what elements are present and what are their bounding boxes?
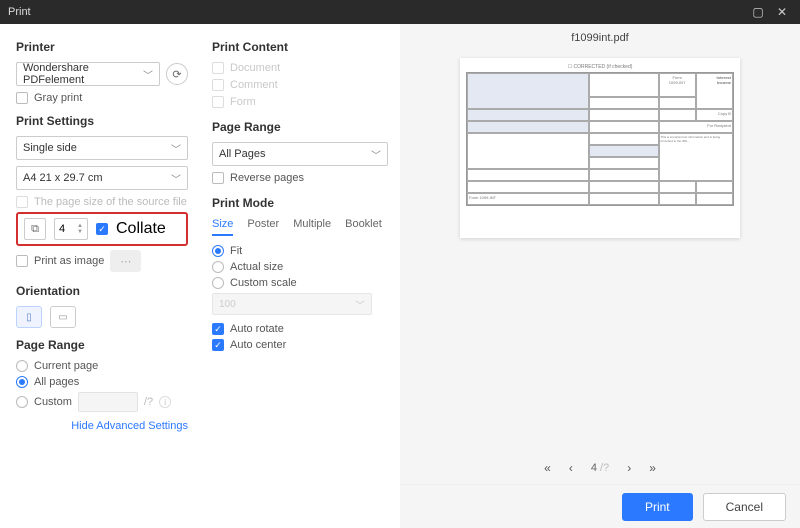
page-range-mid-heading: Page Range xyxy=(212,120,388,134)
pager-next-icon[interactable]: › xyxy=(627,461,631,475)
print-content-heading: Print Content xyxy=(212,40,388,54)
form-recipient: For Recipient xyxy=(707,123,731,128)
page-range-heading: Page Range xyxy=(16,338,188,352)
chevron-down-icon: ﹀ xyxy=(371,147,381,162)
printer-heading: Printer xyxy=(16,40,188,54)
preview-corrected-label: CORRECTED (if checked) xyxy=(573,64,632,70)
copies-collate-highlight: ⧉ 4 ▲▼ Collate xyxy=(16,212,188,246)
sides-value: Single side xyxy=(23,142,77,154)
form-title-2: Income xyxy=(717,80,731,85)
page-size-note: The page size of the source file xyxy=(16,196,188,208)
actual-size-radio[interactable] xyxy=(212,261,224,273)
printer-refresh-icon[interactable]: ⟳ xyxy=(166,63,188,85)
pager-prev-icon[interactable]: ‹ xyxy=(569,461,573,475)
print-mode-heading: Print Mode xyxy=(212,196,388,210)
page-size-checkbox[interactable] xyxy=(16,196,28,208)
pager-last-icon[interactable]: » xyxy=(649,461,656,475)
chevron-down-icon: ﹀ xyxy=(143,67,153,82)
custom-range-input[interactable] xyxy=(78,392,138,412)
hide-advanced-link[interactable]: Hide Advanced Settings xyxy=(16,420,188,432)
custom-scale-label: Custom scale xyxy=(230,277,297,289)
reverse-pages-label: Reverse pages xyxy=(230,172,304,184)
content-form-label: Form xyxy=(230,96,256,108)
content-document-label: Document xyxy=(230,62,280,74)
all-pages-label: All pages xyxy=(34,376,79,388)
pager-first-icon[interactable]: « xyxy=(544,461,551,475)
reverse-pages-checkbox[interactable] xyxy=(212,172,224,184)
middle-panel: Print Content Document Comment Form Page… xyxy=(200,24,400,528)
copies-icon: ⧉ xyxy=(24,218,46,240)
print-as-image-label: Print as image xyxy=(34,255,104,267)
window-close-icon[interactable]: ✕ xyxy=(772,2,792,22)
fit-radio[interactable] xyxy=(212,245,224,257)
copies-value: 4 xyxy=(59,223,65,235)
content-comment-checkbox[interactable] xyxy=(212,79,224,91)
custom-range-radio[interactable] xyxy=(16,396,28,408)
paper-select[interactable]: A4 21 x 29.7 cm ﹀ xyxy=(16,166,188,190)
title-bar: Print ▢ ✕ xyxy=(0,0,800,24)
custom-range-label: Custom xyxy=(34,396,72,408)
content-form-checkbox[interactable] xyxy=(212,96,224,108)
preview-page: ☐ CORRECTED (if checked) Form 1099-INT I… xyxy=(460,58,740,238)
print-button[interactable]: Print xyxy=(622,493,693,521)
custom-scale-radio[interactable] xyxy=(212,277,224,289)
sides-select[interactable]: Single side ﹀ xyxy=(16,136,188,160)
preview-pager: « ‹ 4 /? › » xyxy=(400,452,800,484)
all-pages-radio[interactable] xyxy=(16,376,28,388)
print-as-image-options[interactable]: ⋯ xyxy=(110,250,141,272)
print-settings-heading: Print Settings xyxy=(16,114,188,128)
info-icon[interactable]: i xyxy=(159,396,171,408)
custom-range-sep: /? xyxy=(144,396,153,408)
chevron-down-icon: ﹀ xyxy=(171,141,181,156)
content-comment-label: Comment xyxy=(230,79,278,91)
content-document-checkbox[interactable] xyxy=(212,62,224,74)
window-title: Print xyxy=(8,6,31,18)
orientation-portrait[interactable]: ▯ xyxy=(16,306,42,328)
pager-current[interactable]: 4 xyxy=(591,462,597,474)
collate-label: Collate xyxy=(116,220,166,238)
fit-label: Fit xyxy=(230,245,242,257)
page-range-select[interactable]: All Pages ﹀ xyxy=(212,142,388,166)
pager-total: /? xyxy=(600,462,609,474)
step-down-icon[interactable]: ▼ xyxy=(77,229,83,235)
actual-size-label: Actual size xyxy=(230,261,283,273)
form-copy: Copy B xyxy=(718,111,731,116)
auto-rotate-checkbox[interactable] xyxy=(212,323,224,335)
printer-select[interactable]: Wondershare PDFelement ﹀ xyxy=(16,62,160,86)
auto-center-label: Auto center xyxy=(230,339,286,351)
printer-selected: Wondershare PDFelement xyxy=(23,62,143,86)
tab-booklet[interactable]: Booklet xyxy=(345,218,382,236)
current-page-label: Current page xyxy=(34,360,98,372)
window-maximize-icon[interactable]: ▢ xyxy=(748,2,768,22)
current-page-radio[interactable] xyxy=(16,360,28,372)
tab-size[interactable]: Size xyxy=(212,218,233,236)
chevron-down-icon: ﹀ xyxy=(171,171,181,186)
collate-checkbox[interactable] xyxy=(96,223,108,235)
scale-value: 100 xyxy=(219,299,236,310)
print-mode-tabs: Size Poster Multiple Booklet xyxy=(212,218,388,237)
preview-filename: f1099int.pdf xyxy=(400,24,800,48)
gray-print-label: Gray print xyxy=(34,92,82,104)
chevron-down-icon: ﹀ xyxy=(355,297,365,312)
cancel-button[interactable]: Cancel xyxy=(703,493,786,521)
dialog-footer: Print Cancel xyxy=(400,484,800,528)
left-panel: Printer Wondershare PDFelement ﹀ ⟳ Gray … xyxy=(0,24,200,528)
auto-center-checkbox[interactable] xyxy=(212,339,224,351)
tab-poster[interactable]: Poster xyxy=(247,218,279,236)
scale-input[interactable]: 100 ﹀ xyxy=(212,293,372,315)
auto-rotate-label: Auto rotate xyxy=(230,323,284,335)
orientation-landscape[interactable]: ▭ xyxy=(50,306,76,328)
preview-area: ☐ CORRECTED (if checked) Form 1099-INT I… xyxy=(400,48,800,452)
paper-value: A4 21 x 29.7 cm xyxy=(23,172,103,184)
print-as-image-checkbox[interactable] xyxy=(16,255,28,267)
page-range-value: All Pages xyxy=(219,148,265,160)
tab-multiple[interactable]: Multiple xyxy=(293,218,331,236)
gray-print-checkbox[interactable] xyxy=(16,92,28,104)
form-1099-int: Form 1099-INT InterestIncome Copy B For … xyxy=(466,72,734,206)
preview-panel: f1099int.pdf ☐ CORRECTED (if checked) Fo… xyxy=(400,24,800,528)
form-number: 1099-INT xyxy=(669,80,686,85)
copies-input[interactable]: 4 ▲▼ xyxy=(54,218,88,240)
orientation-heading: Orientation xyxy=(16,284,188,298)
